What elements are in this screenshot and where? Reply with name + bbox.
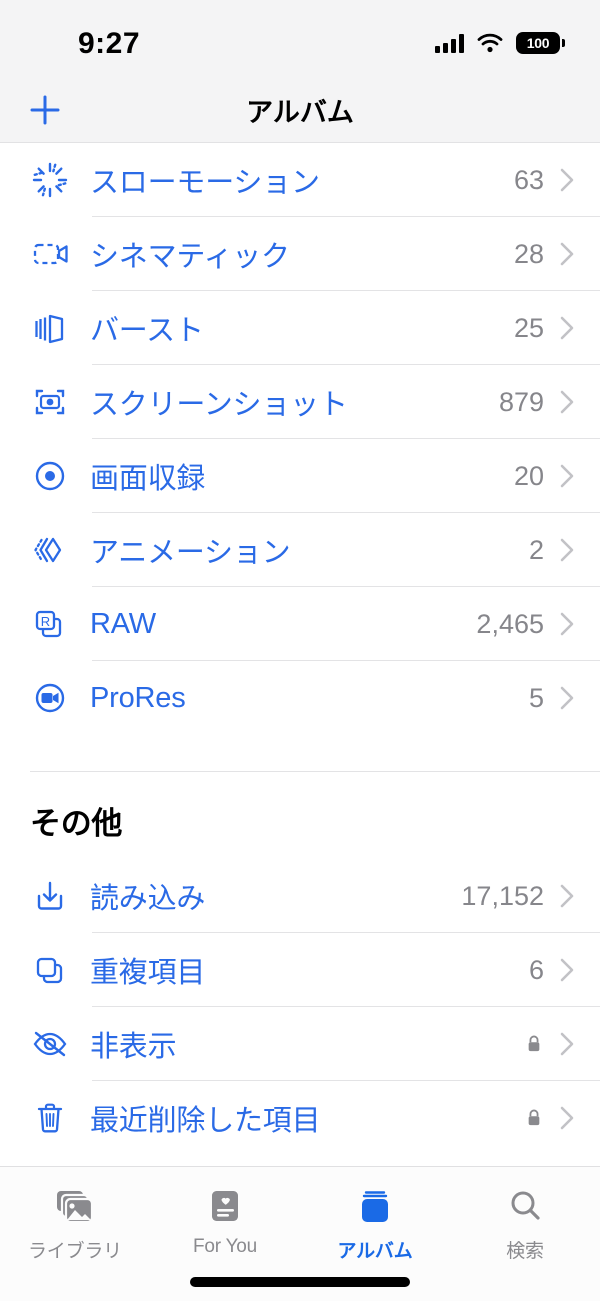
album-row-cinematic[interactable]: シネマティック 28: [0, 217, 600, 291]
photos-albums-screen: 9:27 100 アルバム スローモーション 63 シネマティック 28 バース…: [0, 0, 600, 1301]
trash-icon: [24, 1092, 76, 1144]
duplicates-icon: [24, 944, 76, 996]
tab-label: 検索: [506, 1241, 544, 1262]
tab-for-you[interactable]: For You: [150, 1183, 300, 1258]
chevron-right-icon: [560, 958, 574, 982]
album-row-animated[interactable]: アニメーション 2: [0, 513, 600, 587]
chevron-right-icon: [560, 464, 574, 488]
chevron-right-icon: [560, 168, 574, 192]
prores-icon: [24, 672, 76, 724]
album-label: 最近削除した項目: [90, 1105, 321, 1137]
svg-text:R: R: [41, 614, 50, 629]
animation-icon: [24, 524, 76, 576]
other-section-header: その他: [0, 772, 600, 859]
cinematic-video-icon: [24, 228, 76, 280]
album-row-imports[interactable]: 読み込み 17,152: [0, 859, 600, 933]
tab-albums[interactable]: アルバム: [300, 1183, 450, 1263]
albums-icon: [353, 1183, 397, 1229]
status-bar: 9:27 100: [0, 0, 600, 78]
chevron-right-icon: [560, 686, 574, 710]
library-icon: [53, 1183, 97, 1229]
album-label: RAW: [90, 607, 156, 640]
album-label: バースト: [90, 315, 204, 347]
album-row-duplicates[interactable]: 重複項目 6: [0, 933, 600, 1007]
battery-level: 100: [526, 35, 550, 51]
chevron-right-icon: [560, 1032, 574, 1056]
album-count: 25: [513, 312, 544, 343]
album-row-screen-recordings[interactable]: 画面収録 20: [0, 439, 600, 513]
album-label: アニメーション: [90, 537, 291, 569]
screenshot-icon: [24, 376, 76, 428]
lock-icon: [526, 1034, 542, 1054]
status-bar-time: 9:27: [78, 27, 141, 60]
album-label: スクリーンショット: [90, 389, 348, 421]
page-title: アルバム: [246, 97, 354, 128]
raw-icon: R: [24, 598, 76, 650]
for-you-icon: [205, 1183, 245, 1229]
chevron-right-icon: [560, 612, 574, 636]
status-bar-indicators: 100: [435, 32, 565, 54]
media-types-section: スローモーション 63 シネマティック 28 バースト 25 スクリーンショット…: [0, 143, 600, 735]
album-count: 17,152: [461, 880, 544, 911]
tab-label: ライブラリ: [27, 1241, 122, 1262]
search-icon: [505, 1183, 545, 1229]
album-label: スローモーション: [90, 167, 320, 199]
tab-library[interactable]: ライブラリ: [0, 1183, 150, 1263]
chevron-right-icon: [560, 316, 574, 340]
album-count: 2: [528, 534, 544, 565]
album-count: 63: [513, 164, 544, 195]
album-row-slow-motion[interactable]: スローモーション 63: [0, 143, 600, 217]
tab-label: For You: [192, 1236, 258, 1257]
tab-label: アルバム: [337, 1241, 413, 1262]
slow-motion-icon: [24, 154, 76, 206]
albums-list[interactable]: スローモーション 63 シネマティック 28 バースト 25 スクリーンショット…: [0, 143, 600, 1166]
chevron-right-icon: [560, 538, 574, 562]
album-count: 28: [513, 238, 544, 269]
album-label: 画面収録: [90, 463, 206, 495]
battery-icon: 100: [516, 32, 565, 54]
burst-icon: [24, 302, 76, 354]
chevron-right-icon: [560, 884, 574, 908]
album-count: 879: [498, 386, 544, 417]
chevron-right-icon: [560, 1106, 574, 1130]
other-section: 読み込み 17,152 重複項目 6 非表示 最近削除した項目: [0, 859, 600, 1155]
album-row-burst[interactable]: バースト 25: [0, 291, 600, 365]
album-label: 重複項目: [90, 957, 206, 989]
cellular-signal-icon: [435, 33, 464, 53]
section-spacer: [0, 735, 600, 771]
home-indicator: [190, 1277, 410, 1287]
album-label: シネマティック: [90, 241, 290, 273]
album-label: 非表示: [90, 1031, 177, 1063]
album-row-hidden[interactable]: 非表示: [0, 1007, 600, 1081]
wifi-icon: [477, 33, 503, 53]
album-row-prores[interactable]: ProRes 5: [0, 661, 600, 735]
album-row-screenshots[interactable]: スクリーンショット 879: [0, 365, 600, 439]
lock-icon: [526, 1108, 542, 1128]
album-row-recently-deleted[interactable]: 最近削除した項目: [0, 1081, 600, 1155]
import-icon: [24, 870, 76, 922]
hidden-icon: [24, 1018, 76, 1070]
chevron-right-icon: [560, 390, 574, 414]
album-row-raw[interactable]: R RAW 2,465: [0, 587, 600, 661]
album-label: ProRes: [90, 681, 186, 714]
album-count: 20: [513, 460, 544, 491]
album-label: 読み込み: [90, 883, 206, 915]
album-count: 6: [528, 954, 544, 985]
chevron-right-icon: [560, 242, 574, 266]
tab-search[interactable]: 検索: [450, 1183, 600, 1263]
album-count: 2,465: [476, 608, 544, 639]
screen-recording-icon: [24, 450, 76, 502]
navigation-bar: アルバム: [0, 78, 600, 143]
album-count: 5: [528, 682, 544, 713]
